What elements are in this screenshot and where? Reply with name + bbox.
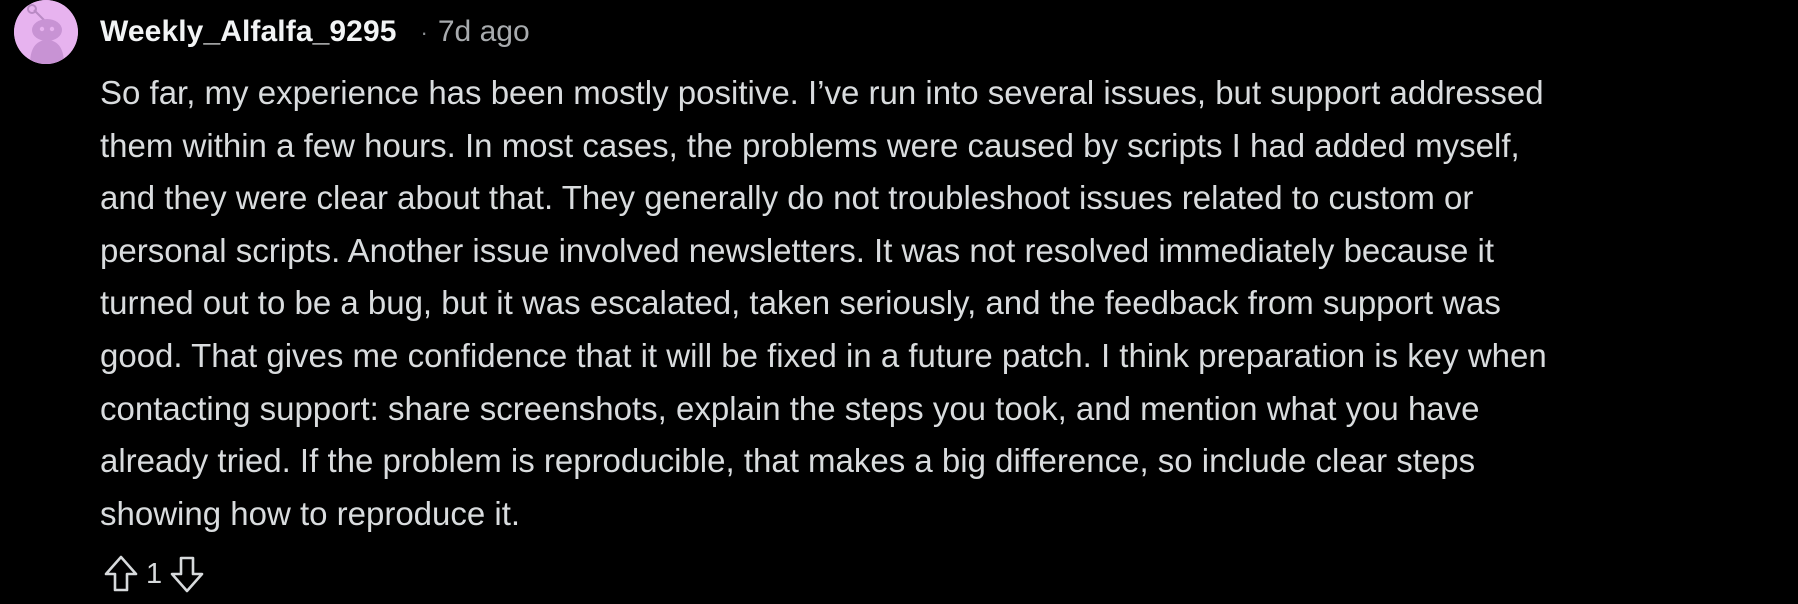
comment-line: turned out to be a bug, but it was escal…	[100, 284, 1501, 322]
comment-line: showing how to reproduce it.	[100, 494, 521, 532]
downvote-button[interactable]	[166, 552, 208, 596]
comment: Weekly_Alfalfa_9295 · 7d ago So far, my …	[0, 0, 1798, 604]
comment-line: them within a few hours. In most cases, …	[100, 126, 1520, 164]
meta-separator: ·	[420, 20, 428, 45]
upvote-arrow-icon	[104, 555, 138, 592]
comment-line: personal scripts. Another issue involved…	[100, 231, 1495, 269]
vote-count: 1	[146, 557, 163, 590]
comment-body: So far, my experience has been mostly po…	[100, 67, 1790, 540]
downvote-arrow-icon	[170, 556, 204, 593]
username-link[interactable]: Weekly_Alfalfa_9295	[100, 15, 397, 49]
comment-header: Weekly_Alfalfa_9295 · 7d ago	[100, 12, 530, 52]
reddit-snoo-avatar-icon	[14, 0, 78, 64]
comment-line: contacting support: share screenshots, e…	[100, 389, 1480, 427]
comment-line: and they were clear about that. They gen…	[100, 179, 1474, 217]
comment-line: So far, my experience has been mostly po…	[100, 74, 1544, 111]
comment-timestamp[interactable]: 7d ago	[438, 15, 530, 49]
vote-controls: 1	[100, 552, 208, 596]
avatar[interactable]	[14, 0, 78, 64]
comment-line: good. That gives me confidence that it w…	[100, 336, 1547, 374]
upvote-button[interactable]	[100, 552, 142, 596]
comment-line: already tried. If the problem is reprodu…	[100, 442, 1476, 480]
